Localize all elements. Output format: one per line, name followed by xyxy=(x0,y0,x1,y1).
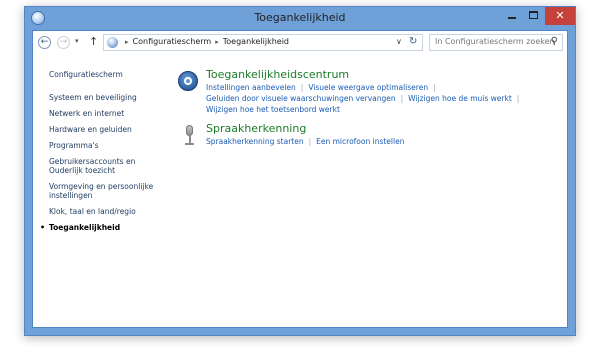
microphone-base xyxy=(185,143,194,145)
microphone-icon[interactable] xyxy=(183,125,195,147)
breadcrumb-control-panel[interactable]: Configuratiescherm xyxy=(133,37,212,46)
microphone-icon-graphic xyxy=(183,125,195,147)
address-dropdown-icon[interactable]: ∨ xyxy=(396,37,402,46)
sidebar-item-control-panel-home[interactable]: Configuratiescherm xyxy=(49,70,169,79)
recent-locations-button[interactable]: ▾ xyxy=(75,37,79,45)
title-bar[interactable]: Toegankelijkheid ✕ xyxy=(25,7,575,30)
link-replace-sounds-visual-cues[interactable]: Geluiden door visuele waarschuwingen ver… xyxy=(206,94,396,103)
breadcrumb-separator-icon[interactable]: ▸ xyxy=(125,38,129,46)
link-optimize-visual-display[interactable]: Visuele weergave optimaliseren xyxy=(308,83,428,92)
back-arrow-icon: ← xyxy=(40,37,49,47)
link-row: Spraakherkenning starten | Een microfoon i… xyxy=(206,137,404,146)
up-button[interactable]: ↑ xyxy=(89,35,98,48)
client-area: ← → ▾ ↑ ▸ Configuratiescherm ▸ Toegankelijk… xyxy=(32,30,568,328)
sidebar-item-appearance[interactable]: Vormgeving en persoonlijke instellingen xyxy=(49,182,169,200)
link-divider: | xyxy=(433,83,436,92)
breadcrumb-accessibility[interactable]: Toegankelijkheid xyxy=(223,37,289,46)
accessibility-icon[interactable] xyxy=(178,71,198,91)
sidebar-item-clock-region[interactable]: Klok, taal en land/regio xyxy=(49,207,169,216)
search-input[interactable]: In Configuratiescherm zoeken xyxy=(435,37,555,46)
address-bar[interactable]: ▸ Configuratiescherm ▸ Toegankelijkheid ∨ ↻ xyxy=(103,34,423,51)
microphone-stand xyxy=(188,136,191,143)
link-set-up-microphone[interactable]: Een microfoon instellen xyxy=(316,137,404,146)
sidebar-item-accessibility[interactable]: • Toegankelijkheid xyxy=(40,223,169,232)
link-start-speech-recognition[interactable]: Spraakherkenning starten xyxy=(206,137,304,146)
link-divider: | xyxy=(400,94,404,103)
link-row: Instellingen aanbevelen | Visuele weergave… xyxy=(206,83,441,92)
link-change-keyboard-settings[interactable]: Wijzigen hoe het toetsenbord werkt xyxy=(206,105,340,114)
sidebar: Configuratiescherm Systeem en beveiligin… xyxy=(40,70,169,239)
forward-arrow-icon: → xyxy=(59,37,68,47)
back-button[interactable]: ← xyxy=(38,36,51,49)
maximize-icon xyxy=(529,11,538,19)
close-icon: ✕ xyxy=(555,9,565,22)
link-recommend-settings[interactable]: Instellingen aanbevelen xyxy=(206,83,296,92)
minimize-icon xyxy=(508,17,516,19)
close-button[interactable]: ✕ xyxy=(545,7,575,25)
forward-button[interactable]: → xyxy=(57,36,70,49)
sidebar-item-user-accounts[interactable]: Gebruikersaccounts en Ouderlijk toezicht xyxy=(49,157,169,175)
minimize-button[interactable] xyxy=(501,7,523,25)
link-divider: | xyxy=(308,137,312,146)
window-title: Toegankelijkheid xyxy=(254,11,346,24)
control-panel-window: Toegankelijkheid ✕ ← → ▾ ↑ ▸ Configuratie… xyxy=(24,6,576,336)
search-box[interactable]: In Configuratiescherm zoeken ⚲ xyxy=(429,34,563,51)
accessibility-icon-graphic xyxy=(178,71,198,91)
navigation-bar: ← → ▾ ↑ ▸ Configuratiescherm ▸ Toegankelijk… xyxy=(33,31,567,55)
sidebar-item-programs[interactable]: Programma's xyxy=(49,141,169,150)
control-panel-address-icon xyxy=(107,37,118,48)
active-bullet-icon: • xyxy=(40,223,46,232)
breadcrumb: ▸ Configuratiescherm ▸ Toegankelijkheid xyxy=(121,37,289,46)
link-divider: | xyxy=(300,83,304,92)
category-title-speech-recognition[interactable]: Spraakherkenning xyxy=(206,122,306,135)
breadcrumb-separator-icon[interactable]: ▸ xyxy=(215,38,219,46)
refresh-icon[interactable]: ↻ xyxy=(409,36,417,47)
microphone-head xyxy=(186,125,193,136)
link-row: Wijzigen hoe het toetsenbord werkt xyxy=(206,105,340,114)
category-title-ease-of-access-center[interactable]: Toegankelijkheidscentrum xyxy=(206,68,349,81)
maximize-button[interactable] xyxy=(523,7,545,25)
search-icon[interactable]: ⚲ xyxy=(551,36,558,47)
sidebar-item-hardware-sound[interactable]: Hardware en geluiden xyxy=(49,125,169,134)
link-divider: | xyxy=(516,94,520,103)
link-change-mouse-settings[interactable]: Wijzigen hoe de muis werkt xyxy=(408,94,512,103)
sidebar-item-label: Toegankelijkheid xyxy=(49,223,121,232)
sidebar-item-network-internet[interactable]: Netwerk en internet xyxy=(49,109,169,118)
sidebar-item-system-security[interactable]: Systeem en beveiliging xyxy=(49,93,169,102)
link-row: Geluiden door visuele waarschuwingen ver… xyxy=(206,94,524,103)
